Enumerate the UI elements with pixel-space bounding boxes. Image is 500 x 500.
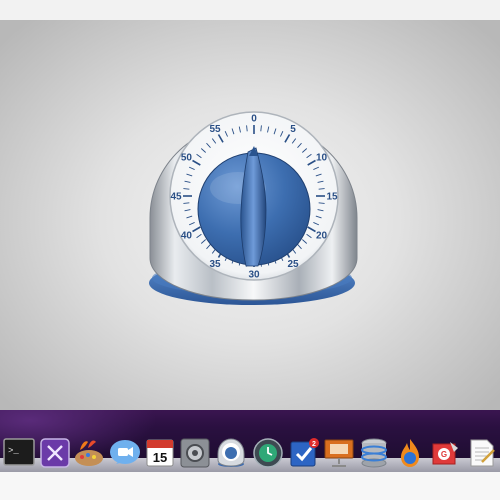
dial-number-5: 5 bbox=[290, 124, 296, 135]
minor-tick bbox=[183, 188, 190, 190]
paint-palette-icon[interactable] bbox=[72, 436, 106, 470]
dial-number-55: 55 bbox=[209, 124, 221, 135]
bottom-margin bbox=[0, 472, 500, 500]
video-chat-icon[interactable] bbox=[108, 436, 142, 470]
database-icon[interactable] bbox=[357, 436, 391, 470]
timer-icon[interactable] bbox=[214, 436, 248, 470]
svg-text:>_: >_ bbox=[8, 446, 19, 456]
timer-app-stage: 0 5 10 15 20 25 30 35 40 45 50 55 bbox=[0, 20, 500, 412]
tasks-badge: 2 bbox=[312, 441, 316, 448]
dial-number-50: 50 bbox=[181, 153, 193, 164]
minor-tick bbox=[318, 188, 325, 190]
mail-stamp-icon[interactable]: G bbox=[428, 436, 462, 470]
minor-tick bbox=[183, 202, 190, 204]
dial-number-30: 30 bbox=[248, 270, 260, 281]
dial-number-25: 25 bbox=[287, 259, 299, 270]
fire-app-icon[interactable] bbox=[393, 436, 427, 470]
calendar-day: 15 bbox=[153, 450, 167, 465]
minor-tick bbox=[260, 125, 262, 132]
system-preferences-icon[interactable] bbox=[178, 436, 212, 470]
dial-number-45: 45 bbox=[170, 192, 182, 203]
task-checklist-icon[interactable]: 2 bbox=[287, 436, 321, 470]
text-document-icon[interactable] bbox=[464, 436, 498, 470]
dial-number-15: 15 bbox=[326, 192, 338, 203]
minor-tick bbox=[318, 202, 325, 204]
time-machine-icon[interactable] bbox=[251, 436, 285, 470]
kitchen-timer[interactable]: 0 5 10 15 20 25 30 35 40 45 50 55 bbox=[0, 20, 500, 412]
script-editor-icon[interactable] bbox=[38, 436, 72, 470]
dial-number-35: 35 bbox=[209, 259, 221, 270]
presentation-icon[interactable] bbox=[322, 436, 356, 470]
terminal-icon[interactable]: >_ bbox=[2, 436, 36, 470]
svg-text:G: G bbox=[441, 450, 447, 459]
minor-tick bbox=[246, 125, 248, 132]
dial-number-40: 40 bbox=[181, 231, 193, 242]
dial-number-20: 20 bbox=[316, 231, 328, 242]
dial-number-10: 10 bbox=[316, 153, 328, 164]
calendar-icon[interactable]: 15 bbox=[143, 436, 177, 470]
dial-number-0: 0 bbox=[251, 114, 257, 125]
